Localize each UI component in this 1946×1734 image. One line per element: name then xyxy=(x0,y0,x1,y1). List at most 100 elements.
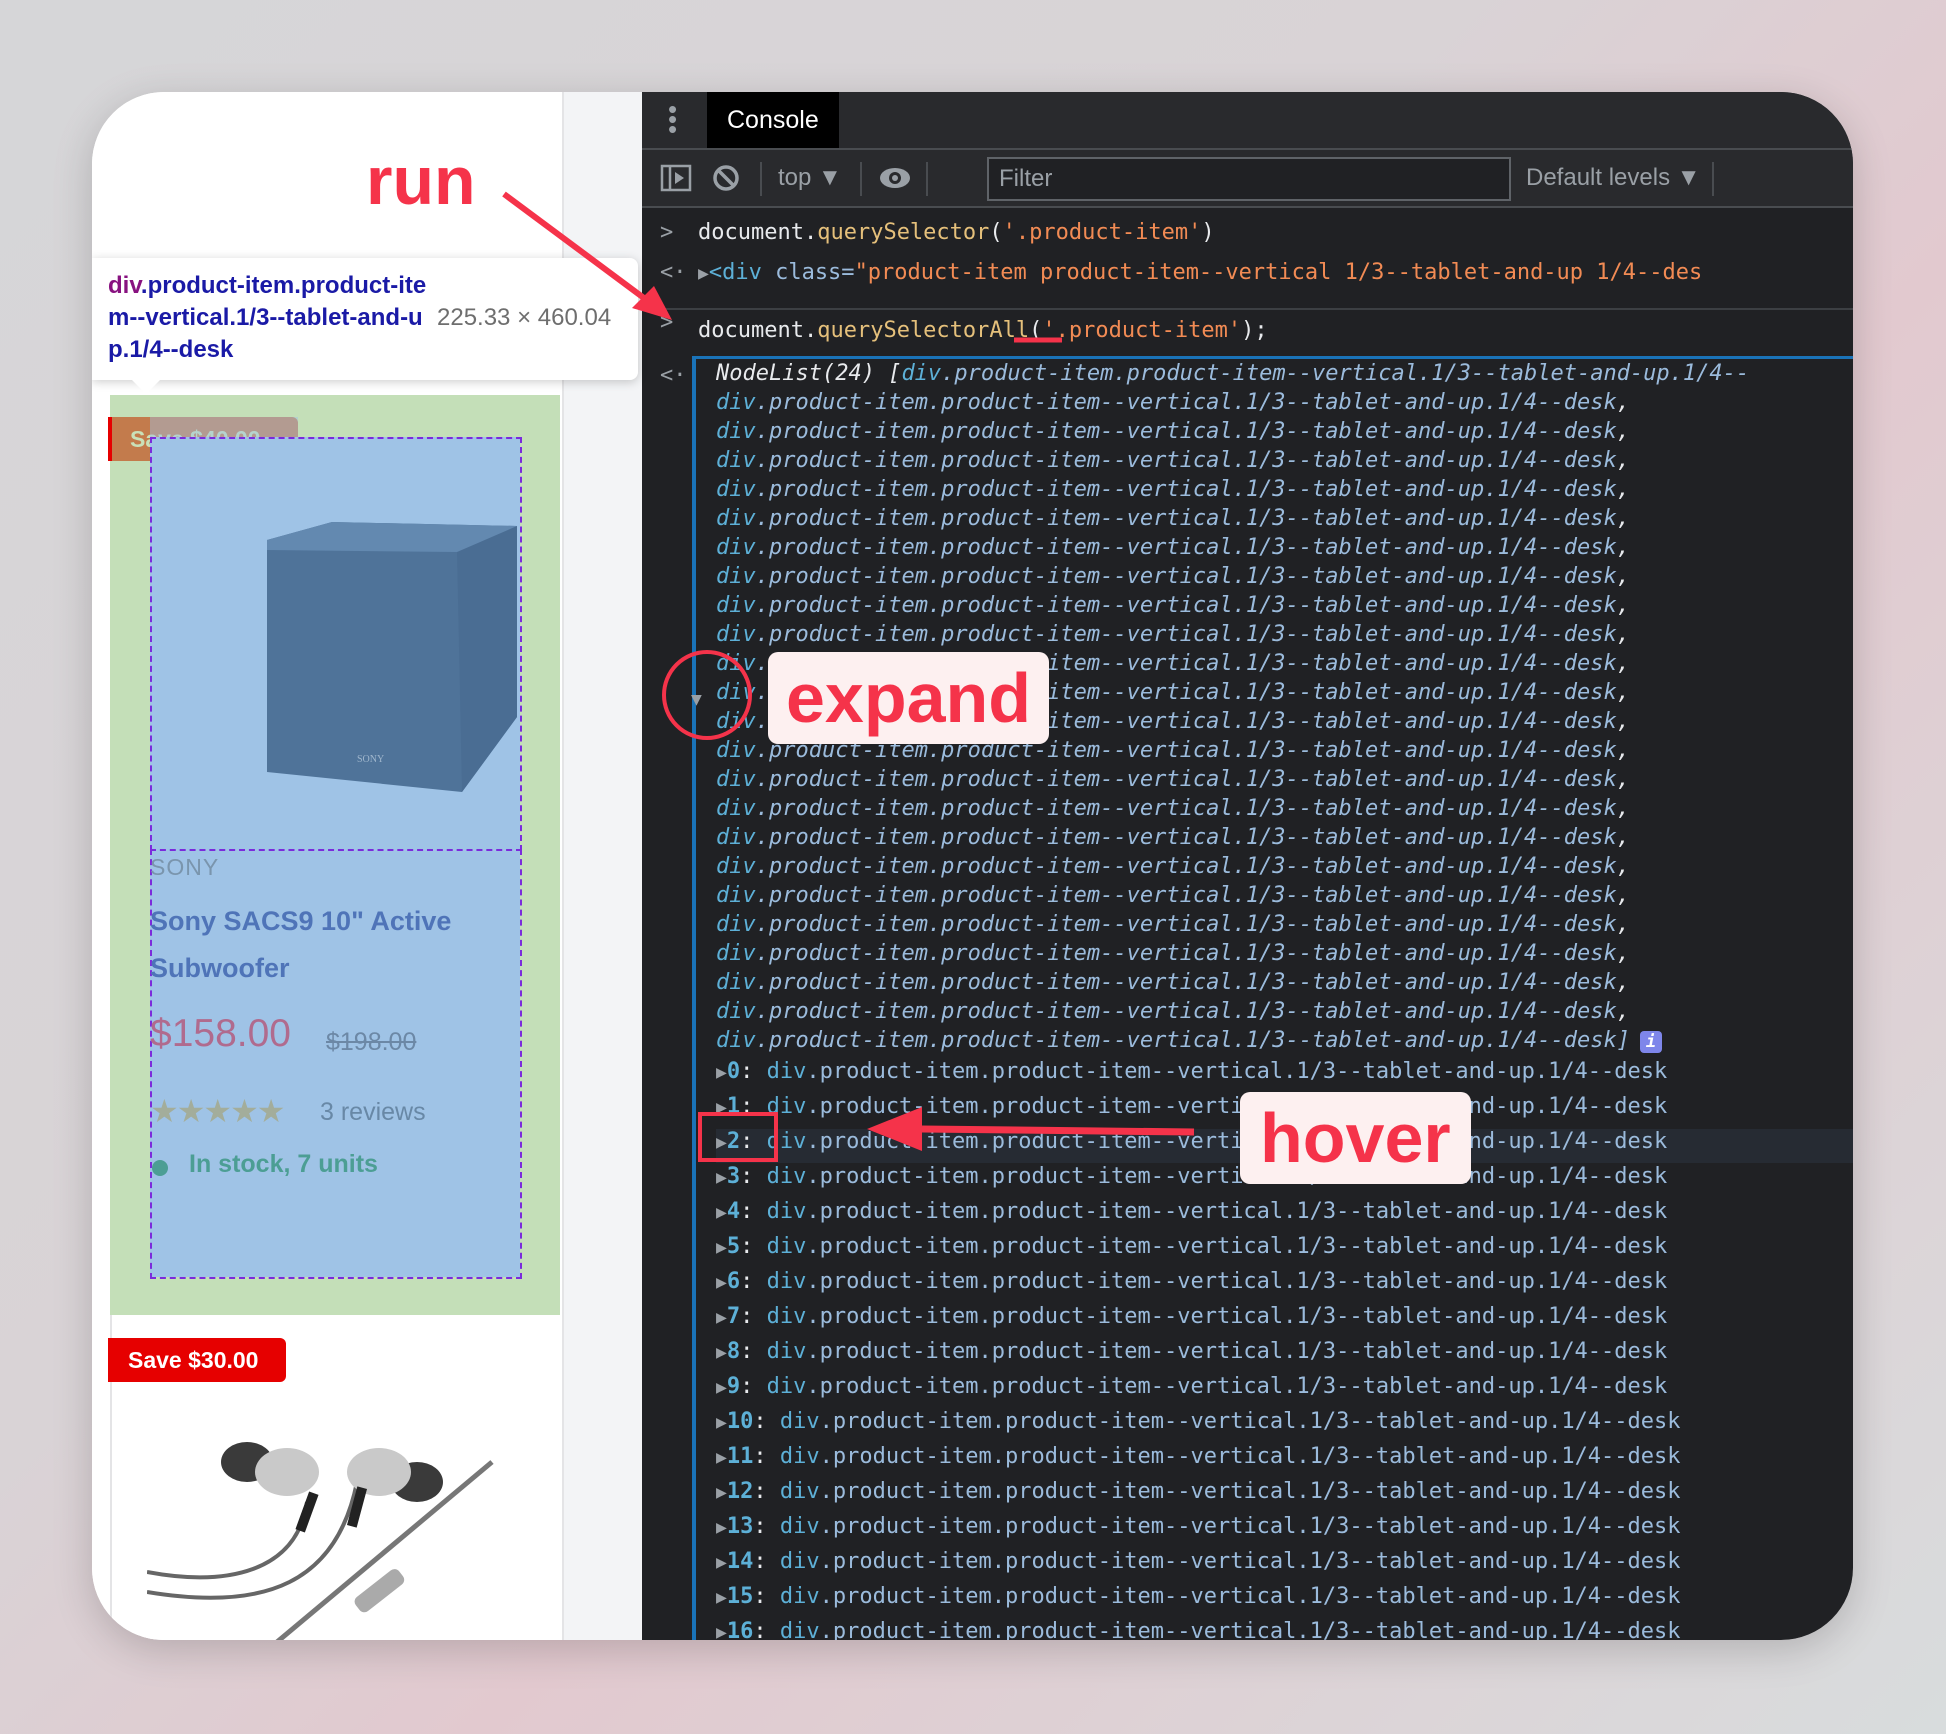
nodelist-entry[interactable]: ▶13: div.product-item.product-item--vert… xyxy=(716,1514,1853,1548)
stock-status: In stock, 7 units xyxy=(189,1150,378,1178)
node-class: .product-item.product-item--vertical.1/3… xyxy=(755,390,1617,415)
entry-index: 13 xyxy=(726,1514,754,1539)
node-tag: div xyxy=(766,1234,807,1259)
nodelist-summary-item: div.product-item.product-item--vertical.… xyxy=(716,912,1630,937)
console-input-line: > document.querySelector('.product-item'… xyxy=(642,220,1853,260)
node-tag: div xyxy=(766,1339,807,1364)
nodelist-result[interactable]: NodeList(24) [div.product-item.product-i… xyxy=(691,356,1853,1640)
expand-triangle-icon[interactable]: ▶ xyxy=(716,1412,727,1433)
expand-triangle-icon[interactable]: ▶ xyxy=(716,1622,727,1640)
expand-triangle-icon[interactable]: ▶ xyxy=(716,1272,727,1293)
node-class: .product-item.product-item--vertical.1/3… xyxy=(755,564,1617,589)
node-tag: div xyxy=(716,970,756,995)
sidebar-toggle-icon[interactable] xyxy=(660,164,692,192)
live-expression-eye-icon[interactable] xyxy=(878,164,912,192)
entry-index: 8 xyxy=(726,1339,741,1364)
nodelist-entry[interactable]: ▶12: div.product-item.product-item--vert… xyxy=(716,1479,1853,1513)
expand-triangle-icon[interactable]: ▶ xyxy=(716,1447,727,1468)
expand-triangle-icon[interactable]: ▶ xyxy=(716,1482,727,1503)
nodelist-summary-item: div.product-item.product-item--vertical.… xyxy=(716,999,1630,1024)
code-object: document. xyxy=(698,318,818,343)
node-class: .product-item.product-item--vertical.1/3… xyxy=(806,1164,1668,1189)
expand-triangle-icon[interactable]: ▶ xyxy=(698,263,709,284)
context-selector[interactable]: top ▼ xyxy=(778,150,842,206)
product-image-box[interactable]: SONY xyxy=(150,437,522,851)
nodelist-summary-item: div.product-item.product-item--vertical.… xyxy=(716,796,1630,821)
expand-triangle-icon[interactable]: ▶ xyxy=(716,1307,727,1328)
expand-triangle-icon[interactable]: ▶ xyxy=(716,1587,727,1608)
product-old-price: $198.00 xyxy=(326,1028,417,1056)
expand-triangle-icon[interactable]: ▶ xyxy=(716,1377,727,1398)
entry-index: 0 xyxy=(726,1059,741,1084)
annotation-expand: expand xyxy=(768,652,1050,744)
node-class: .product-item.product-item--vertical.1/3… xyxy=(819,1514,1681,1539)
annotation-run: run xyxy=(366,143,476,219)
node-tag: div xyxy=(716,477,756,502)
more-menu-icon[interactable]: • • • xyxy=(668,96,677,142)
nodelist-summary-item: div.product-item.product-item--vertical.… xyxy=(716,419,1630,444)
entry-index: 9 xyxy=(726,1374,741,1399)
nodelist-entry[interactable]: ▶5: div.product-item.product-item--verti… xyxy=(716,1234,1853,1268)
code-attr: class= xyxy=(775,260,855,285)
node-class: .product-item.product-item--vertical.1/3… xyxy=(755,593,1617,618)
screenshot-card: Save $40.00 SONY SONY Sony SACS9 10" Act… xyxy=(92,92,1853,1640)
tooltip-selector: div.product-item.product-item--vertical.… xyxy=(108,270,428,366)
node-tag: div xyxy=(779,1444,820,1469)
node-tag: div xyxy=(766,1164,807,1189)
nodelist-entry[interactable]: ▶10: div.product-item.product-item--vert… xyxy=(716,1409,1853,1443)
nodelist-summary-item: div.product-item.product-item--vertical.… xyxy=(716,564,1630,589)
info-icon[interactable]: i xyxy=(1639,1031,1662,1053)
node-class: .product-item.product-item--vertical.1/3… xyxy=(755,970,1617,995)
entry-index: 3 xyxy=(726,1164,741,1189)
star-rating-icon: ★★★★★ xyxy=(150,1093,285,1129)
nodelist-entry[interactable]: ▶14: div.product-item.product-item--vert… xyxy=(716,1549,1853,1583)
nodelist-entry[interactable]: ▶16: div.product-item.product-item--vert… xyxy=(716,1619,1853,1640)
input-prompt-icon: > xyxy=(660,310,674,335)
nodelist-summary-item: div.product-item.product-item--vertical.… xyxy=(716,390,1630,415)
result-arrow-icon: <· xyxy=(660,260,687,285)
console-result-line[interactable]: <· ▶<div class="product-item product-ite… xyxy=(642,260,1853,310)
node-class: .product-item.product-item--vertical.1/3… xyxy=(806,1199,1668,1224)
node-class: .product-item.product-item--vertical.1/3… xyxy=(755,999,1617,1024)
node-class: .product-item.product-item--vertical.1/3… xyxy=(755,883,1617,908)
expand-triangle-icon[interactable]: ▶ xyxy=(716,1342,727,1363)
node-tag: div xyxy=(779,1514,820,1539)
nodelist-entry[interactable]: ▶9: div.product-item.product-item--verti… xyxy=(716,1374,1853,1408)
nodelist-entry[interactable]: ▶0: div.product-item.product-item--verti… xyxy=(716,1059,1853,1093)
nodelist-entry[interactable]: ▶6: div.product-item.product-item--verti… xyxy=(716,1269,1853,1303)
code-paren: ( xyxy=(989,220,1003,245)
expand-triangle-icon[interactable]: ▶ xyxy=(716,1517,727,1538)
node-class: .product-item.product-item--vertical.1/3… xyxy=(941,361,1750,386)
expand-triangle-icon[interactable]: ▶ xyxy=(716,1202,727,1223)
node-tag: div xyxy=(716,390,756,415)
expand-triangle-icon[interactable]: ▶ xyxy=(716,1167,727,1188)
expand-triangle-icon[interactable]: ▶ xyxy=(716,1062,727,1083)
nodelist-entry[interactable]: ▶4: div.product-item.product-item--verti… xyxy=(716,1199,1853,1233)
reviews-link[interactable]: 3 reviews xyxy=(320,1098,426,1127)
node-class: .product-item.product-item--vertical.1/3… xyxy=(806,1269,1668,1294)
node-class: .product-item.product-item--vertical.1/3… xyxy=(755,448,1617,473)
product-title-link[interactable]: Sony SACS9 10" Active Subwoofer xyxy=(150,898,480,992)
product-price: $158.00 xyxy=(150,1012,291,1055)
nodelist-entry[interactable]: ▶7: div.product-item.product-item--verti… xyxy=(716,1304,1853,1338)
log-levels-dropdown[interactable]: Default levels ▼ xyxy=(1526,150,1701,206)
expand-triangle-icon[interactable]: ▶ xyxy=(716,1552,727,1573)
clear-console-icon[interactable] xyxy=(712,164,740,192)
nodelist-entry[interactable]: ▶15: div.product-item.product-item--vert… xyxy=(716,1584,1853,1618)
nodelist-entry[interactable]: ▶11: div.product-item.product-item--vert… xyxy=(716,1444,1853,1478)
filter-input[interactable]: Filter xyxy=(987,157,1511,201)
nodelist-entry[interactable]: ▶8: div.product-item.product-item--verti… xyxy=(716,1339,1853,1373)
node-class: .product-item.product-item--vertical.1/3… xyxy=(755,477,1617,502)
expand-triangle-icon[interactable]: ▶ xyxy=(716,1237,727,1258)
tab-console[interactable]: Console xyxy=(707,92,839,148)
code-attr-value: "product-item product-item--vertical 1/3… xyxy=(854,260,1703,285)
node-class: .product-item.product-item--vertical.1/3… xyxy=(806,1129,1668,1154)
node-class: .product-item.product-item--vertical.1/3… xyxy=(755,941,1617,966)
node-class: .product-item.product-item--vertical.1/3… xyxy=(819,1444,1681,1469)
code-tag: <div xyxy=(708,260,776,285)
node-tag: div xyxy=(779,1409,820,1434)
entry-index: 12 xyxy=(726,1479,754,1504)
node-class: .product-item.product-item--vertical.1/3… xyxy=(755,912,1617,937)
node-tag: div xyxy=(716,622,756,647)
code-function: querySelector xyxy=(817,220,990,245)
